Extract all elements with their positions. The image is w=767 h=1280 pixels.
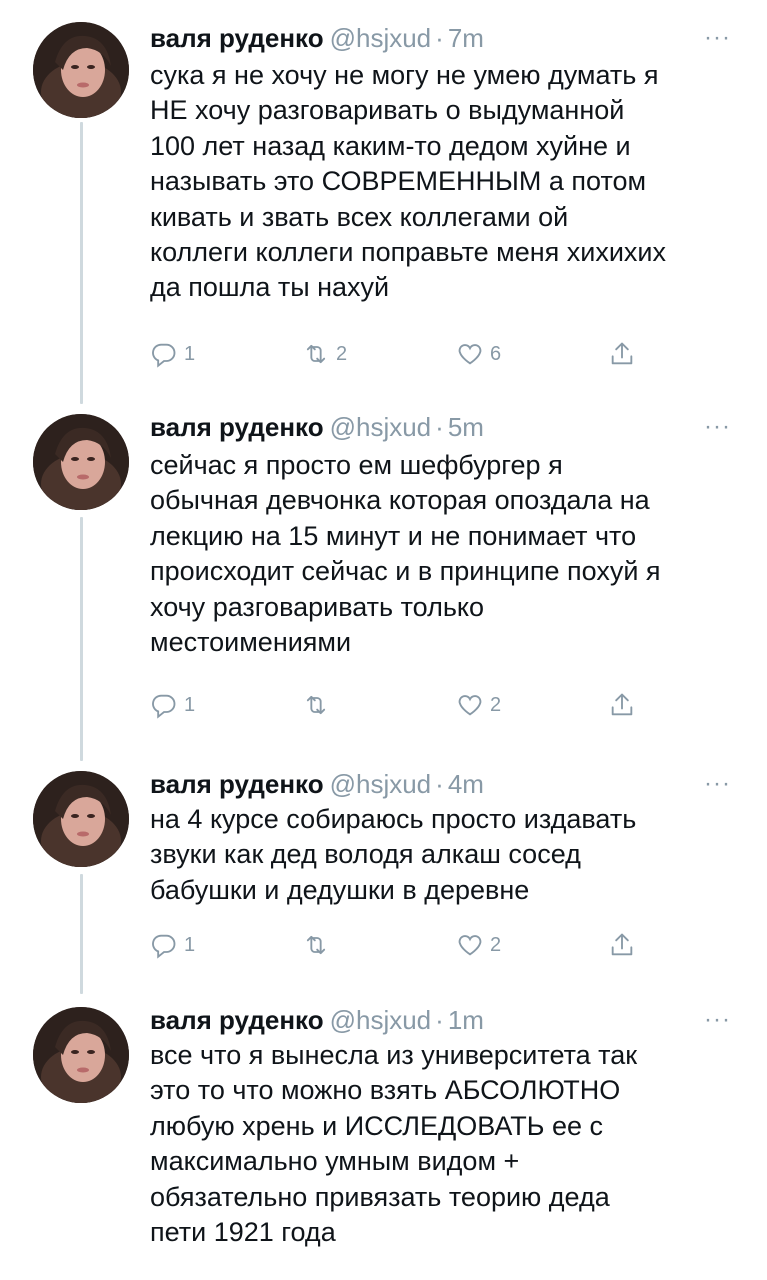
retweet-button[interactable]: 2 — [302, 337, 347, 371]
retweet-button[interactable] — [302, 928, 336, 962]
share-button[interactable] — [608, 688, 636, 722]
tweet[interactable]: валя руденко @hsjxud · 4m ··· на 4 курсе со… — [0, 764, 767, 984]
reply-count: 1 — [184, 342, 196, 365]
like-button[interactable]: 2 — [456, 688, 501, 722]
tweet-text: все что я вынесла из университета так эт… — [150, 1040, 638, 1248]
tweet-text: сейчас я просто ем шефбургер я обычная д… — [150, 450, 661, 658]
like-count: 2 — [490, 693, 502, 716]
author-handle[interactable]: @hsjxud — [330, 412, 432, 442]
retweet-icon — [302, 340, 330, 368]
share-button[interactable] — [608, 928, 636, 962]
tweet-header: валя руденко @hsjxud · 7m — [150, 18, 484, 58]
tweet[interactable]: валя руденко @hsjxud · 7m ··· сука я не хоч… — [0, 18, 767, 388]
tweet-header: валя руденко @hsjxud · 1m — [150, 1000, 484, 1040]
more-options-icon[interactable]: ··· — [704, 1000, 731, 1040]
avatar[interactable] — [33, 414, 129, 510]
like-button[interactable]: 6 — [456, 337, 501, 371]
separator: · — [435, 412, 444, 442]
reply-icon — [150, 340, 178, 368]
author-name[interactable]: валя руденко — [150, 1005, 324, 1035]
retweet-icon — [302, 931, 330, 959]
retweet-count: 2 — [336, 342, 348, 365]
more-options-icon[interactable]: ··· — [704, 18, 731, 58]
retweet-button[interactable] — [302, 688, 336, 722]
heart-icon — [456, 340, 484, 368]
reply-button[interactable]: 1 — [150, 337, 195, 371]
avatar[interactable] — [33, 22, 129, 118]
separator: · — [435, 1005, 444, 1035]
author-handle[interactable]: @hsjxud — [330, 1005, 432, 1035]
tweet-actions: 1 2 — [150, 688, 670, 722]
tweet-actions: 1 2 6 — [150, 337, 670, 371]
reply-icon — [150, 691, 178, 719]
reply-count: 1 — [184, 933, 196, 956]
author-handle[interactable]: @hsjxud — [330, 769, 432, 799]
author-name[interactable]: валя руденко — [150, 412, 324, 442]
author-name[interactable]: валя руденко — [150, 23, 324, 53]
timestamp[interactable]: 5m — [448, 412, 484, 442]
reply-button[interactable]: 1 — [150, 928, 195, 962]
share-icon — [608, 340, 636, 368]
tweet-header: валя руденко @hsjxud · 5m — [150, 407, 484, 447]
avatar[interactable] — [33, 771, 129, 867]
heart-icon — [456, 691, 484, 719]
like-count: 2 — [490, 933, 502, 956]
like-count: 6 — [490, 342, 502, 365]
reply-icon — [150, 931, 178, 959]
tweet-text: на 4 курсе собираюсь просто издавать зву… — [150, 804, 637, 905]
author-name[interactable]: валя руденко — [150, 769, 324, 799]
like-button[interactable]: 2 — [456, 928, 501, 962]
tweet-actions: 1 2 — [150, 928, 670, 962]
tweet[interactable]: валя руденко @hsjxud · 5m ··· сейчас я прос… — [0, 407, 767, 747]
timestamp[interactable]: 1m — [448, 1005, 484, 1035]
separator: · — [435, 23, 444, 53]
tweet-text: сука я не хочу не могу не умею думать я … — [150, 60, 667, 303]
share-button[interactable] — [608, 337, 636, 371]
reply-button[interactable]: 1 — [150, 688, 195, 722]
retweet-icon — [302, 691, 330, 719]
reply-count: 1 — [184, 693, 196, 716]
more-options-icon[interactable]: ··· — [704, 764, 731, 804]
share-icon — [608, 691, 636, 719]
timestamp[interactable]: 7m — [448, 23, 484, 53]
tweet-header: валя руденко @hsjxud · 4m — [150, 764, 484, 804]
share-icon — [608, 931, 636, 959]
heart-icon — [456, 931, 484, 959]
avatar[interactable] — [33, 1007, 129, 1103]
timestamp[interactable]: 4m — [448, 769, 484, 799]
author-handle[interactable]: @hsjxud — [330, 23, 432, 53]
separator: · — [435, 769, 444, 799]
tweet[interactable]: валя руденко @hsjxud · 1m ··· все что я вын… — [0, 1000, 767, 1270]
more-options-icon[interactable]: ··· — [704, 407, 731, 447]
